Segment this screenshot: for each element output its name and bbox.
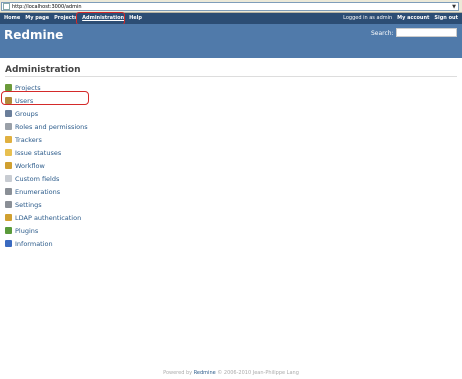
top-menu-my-account[interactable]: My account [397,15,429,21]
roles-icon [5,123,12,130]
admin-menu: Projects Users Groups Roles and permissions… [5,81,88,250]
admin-menu-label: Settings [15,200,42,209]
workflow-icon [5,162,12,169]
admin-menu-item-enumerations[interactable]: Enumerations [5,185,88,198]
ldap-icon [5,214,12,221]
admin-menu-label: Custom fields [15,174,60,183]
admin-menu-label: Enumerations [15,187,61,196]
trackers-icon [5,136,12,143]
admin-menu-label: Plugins [15,226,39,235]
top-menu-projects[interactable]: Projects [54,15,77,21]
logged-in-status: Logged in as admin [343,15,392,21]
admin-menu-item-plugins[interactable]: Plugins [5,224,88,237]
header: Redmine Search: [0,24,462,58]
admin-menu-item-custom-fields[interactable]: Custom fields [5,172,88,185]
footer-prefix: Powered by [163,370,193,376]
information-icon [5,240,12,247]
admin-menu-label: Issue statuses [15,148,62,157]
admin-menu-item-ldap-authentication[interactable]: LDAP authentication [5,211,88,224]
chevron-down-icon[interactable]: ▼ [450,4,458,10]
footer: Powered by Redmine © 2006-2010 Jean-Phil… [0,370,462,376]
admin-menu-item-issue-statuses[interactable]: Issue statuses [5,146,88,159]
search-input[interactable] [396,28,457,37]
plugins-icon [5,227,12,234]
groups-icon [5,110,12,117]
search-label: Search: [371,30,394,37]
admin-menu-label: LDAP authentication [15,213,82,222]
highlight-users [1,91,89,105]
admin-menu-label: Roles and permissions [15,122,88,131]
footer-brand-link[interactable]: Redmine [194,370,216,376]
projects-icon [5,84,12,91]
top-menu-sign-out[interactable]: Sign out [434,15,458,21]
admin-menu-item-information[interactable]: Information [5,237,88,250]
divider [5,76,457,77]
admin-menu-label: Trackers [15,135,42,144]
page-icon [3,3,10,10]
admin-menu-label: Information [15,239,53,248]
enumerations-icon [5,188,12,195]
admin-menu-item-roles-and-permissions[interactable]: Roles and permissions [5,120,88,133]
top-menu-help[interactable]: Help [129,15,142,21]
page-title: Administration [5,65,81,75]
app-title[interactable]: Redmine [4,28,63,42]
custom-fields-icon [5,175,12,182]
admin-menu-item-groups[interactable]: Groups [5,107,88,120]
issue-statuses-icon [5,149,12,156]
footer-copyright: © 2006-2010 Jean-Philippe Lang [217,370,299,376]
admin-menu-label: Groups [15,109,39,118]
admin-menu-label: Workflow [15,161,45,170]
admin-menu-item-workflow[interactable]: Workflow [5,159,88,172]
settings-icon [5,201,12,208]
logged-in-user[interactable]: admin [377,15,393,21]
url-field[interactable]: http://localhost:3000/admin ▼ [1,2,459,11]
logged-in-prefix: Logged in as [343,15,375,21]
top-menu: Home My page Projects Administration Hel… [0,13,462,24]
browser-address-bar: http://localhost:3000/admin ▼ [0,0,462,13]
top-menu-home[interactable]: Home [4,15,20,21]
top-menu-my-page[interactable]: My page [25,15,49,21]
url-text: http://localhost:3000/admin [12,3,82,10]
admin-menu-item-trackers[interactable]: Trackers [5,133,88,146]
admin-menu-item-settings[interactable]: Settings [5,198,88,211]
